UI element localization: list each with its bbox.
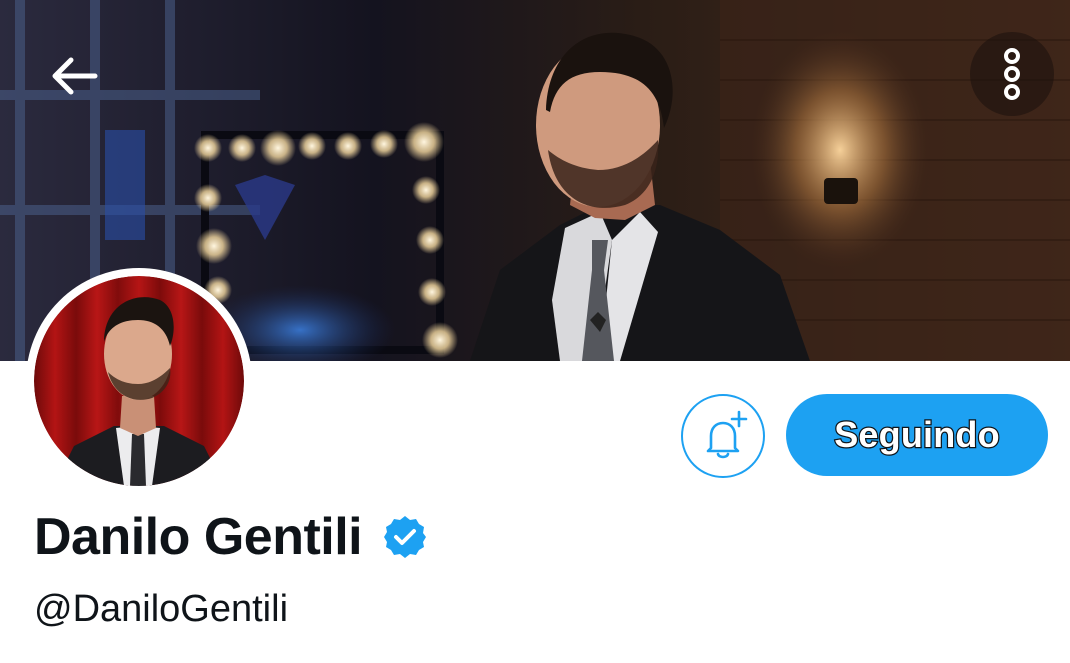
following-button-label: Seguindo [833, 413, 1001, 457]
following-button[interactable]: Seguindo [786, 394, 1048, 476]
profile-avatar[interactable] [26, 268, 252, 494]
profile-name-row: Danilo Gentili [34, 505, 428, 569]
bell-plus-icon [706, 410, 748, 459]
notifications-button[interactable] [681, 394, 765, 478]
arrow-left-icon [52, 57, 98, 95]
more-options-button[interactable] [970, 32, 1054, 116]
profile-display-name: Danilo Gentili [34, 508, 363, 566]
more-vertical-icon [1004, 48, 1020, 100]
profile-handle: @DaniloGentili [34, 588, 289, 630]
back-button[interactable] [38, 40, 110, 112]
avatar-photo [34, 276, 244, 486]
verified-badge-icon [382, 514, 428, 560]
